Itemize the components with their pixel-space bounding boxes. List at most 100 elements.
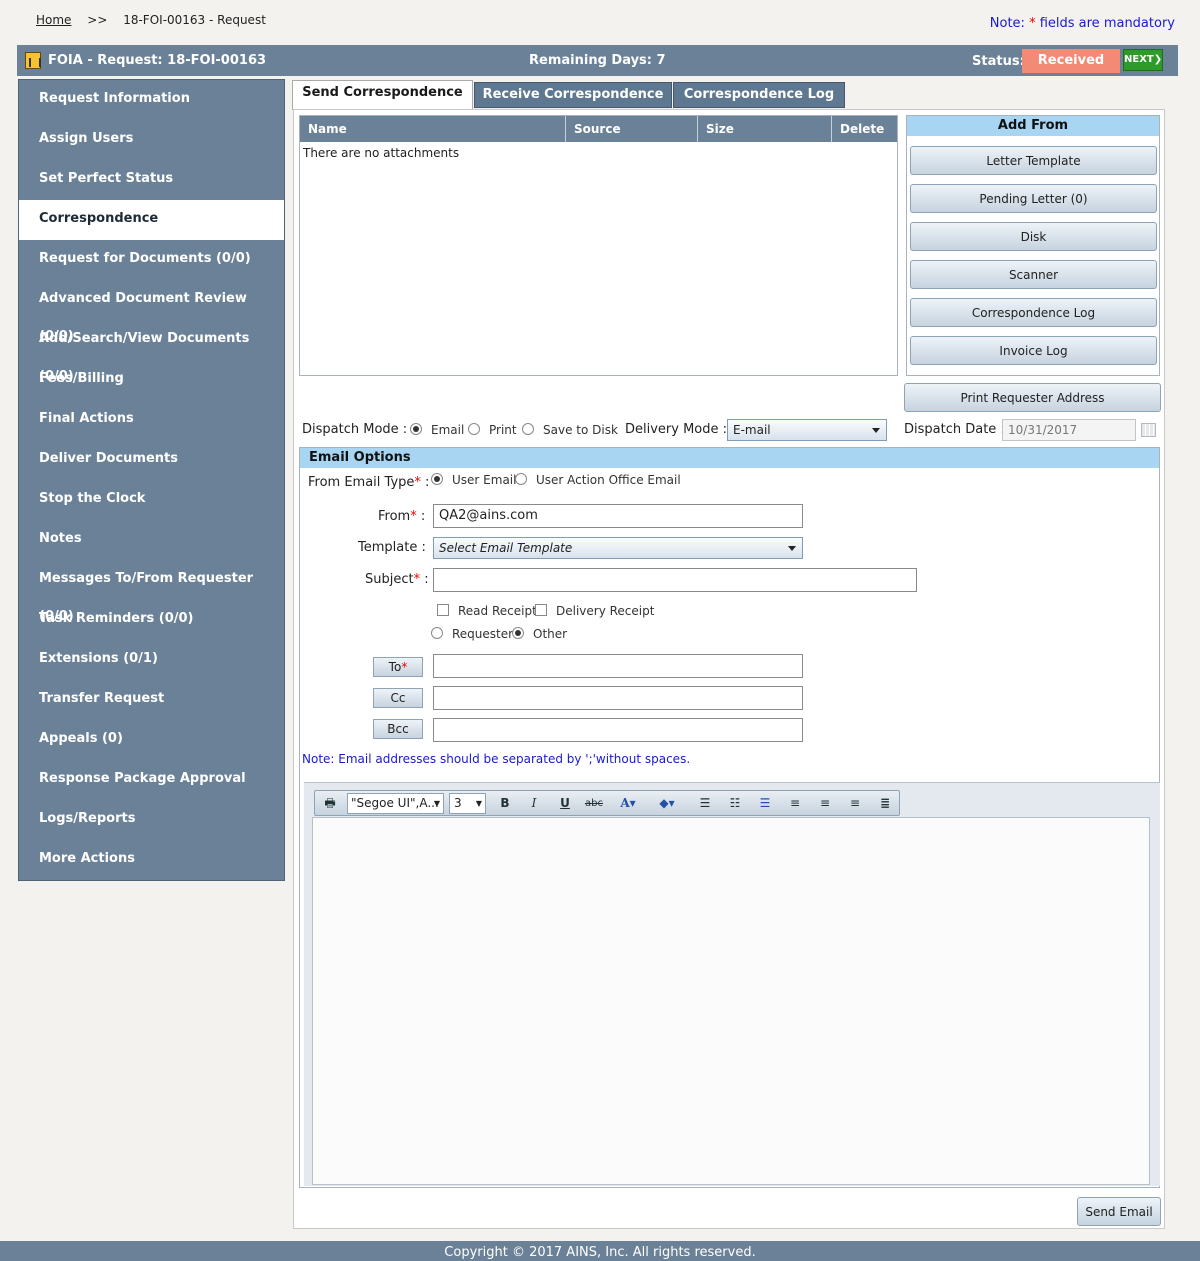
sidebar-item-correspondence[interactable]: Correspondence bbox=[19, 200, 284, 240]
sidebar-item-task-reminders-0-0[interactable]: Task Reminders (0/0) bbox=[19, 600, 284, 640]
status-badge: Received bbox=[1022, 49, 1120, 73]
status-label: Status: bbox=[972, 54, 1025, 69]
delivery-receipt-label: Delivery Receipt bbox=[556, 604, 655, 618]
bcc-input[interactable] bbox=[433, 718, 803, 742]
sidebar-item-set-perfect-status[interactable]: Set Perfect Status bbox=[19, 160, 284, 200]
dispatch-mode-email-radio[interactable] bbox=[410, 423, 422, 435]
next-button[interactable]: NEXT❯ bbox=[1123, 49, 1163, 71]
sidebar-item-add-search-view-documents-0-0[interactable]: Add/Search/View Documents (0/0) bbox=[19, 320, 284, 384]
subject-label: Subject* : bbox=[365, 572, 429, 587]
email-separator-note: Note: Email addresses should be separate… bbox=[302, 752, 691, 766]
tab-correspondence-log[interactable]: Correspondence Log bbox=[673, 82, 845, 108]
sidebar-item-assign-users[interactable]: Assign Users bbox=[19, 120, 284, 160]
required-star: * bbox=[410, 509, 417, 524]
column-header-name[interactable]: Name bbox=[300, 116, 566, 142]
email-template-placeholder: Select Email Template bbox=[439, 541, 573, 555]
to-button-label: To bbox=[388, 660, 402, 674]
numbered-list-icon[interactable]: ☷ bbox=[724, 794, 746, 813]
justify-icon[interactable]: ≣ bbox=[874, 794, 896, 813]
recipient-other-label: Other bbox=[533, 627, 568, 641]
delivery-receipt-checkbox[interactable] bbox=[535, 604, 547, 616]
font-color-icon[interactable]: A▾ bbox=[613, 794, 643, 813]
from-type-user-email-radio[interactable] bbox=[431, 473, 443, 485]
read-receipt-label: Read Receipt bbox=[458, 604, 537, 618]
print-requester-address-button[interactable]: Print Requester Address bbox=[904, 383, 1161, 412]
underline-icon[interactable]: U bbox=[554, 794, 576, 813]
font-size-select[interactable]: 3 ▼ bbox=[449, 793, 486, 814]
align-right-icon[interactable]: ≡ bbox=[844, 794, 866, 813]
chevron-down-icon bbox=[872, 428, 880, 433]
chevron-down-icon: ▼ bbox=[433, 799, 440, 808]
italic-icon[interactable]: I bbox=[523, 794, 545, 813]
to-button[interactable]: To* bbox=[373, 657, 423, 677]
send-email-button[interactable]: Send Email bbox=[1077, 1197, 1161, 1226]
sidebar-item-messages-to-from-requester-0-0[interactable]: Messages To/From Requester (0/0) bbox=[19, 560, 284, 624]
sidebar-item-fees-billing[interactable]: Fees/Billing bbox=[19, 360, 284, 400]
dispatch-mode-disk-label: Save to Disk bbox=[543, 423, 618, 437]
from-input[interactable]: QA2@ains.com bbox=[433, 504, 803, 528]
dispatch-date-input[interactable]: 10/31/2017 bbox=[1002, 419, 1136, 441]
invoice-log-button[interactable]: Invoice Log bbox=[910, 336, 1157, 365]
from-email-type-label: From Email Type* : bbox=[308, 475, 430, 490]
footer-copyright: Copyright © 2017 AINS, Inc. All rights r… bbox=[0, 1241, 1200, 1261]
breadcrumb-home-link[interactable]: Home bbox=[36, 13, 71, 27]
request-title-bar: FOIA - Request: 18-FOI-00163 Remaining D… bbox=[17, 45, 1178, 76]
column-header-source[interactable]: Source bbox=[566, 116, 698, 142]
align-center-icon[interactable]: ≡ bbox=[814, 794, 836, 813]
from-type-office-email-label: User Action Office Email bbox=[536, 473, 681, 487]
disk-button[interactable]: Disk bbox=[910, 222, 1157, 251]
email-template-select[interactable]: Select Email Template bbox=[433, 537, 803, 559]
print-icon[interactable]: 🖶 bbox=[319, 794, 341, 813]
dispatch-mode-email-label: Email bbox=[431, 423, 465, 437]
chevron-down-icon: ▼ bbox=[475, 799, 482, 808]
sidebar-item-notes[interactable]: Notes bbox=[19, 520, 284, 560]
letter-template-button[interactable]: Letter Template bbox=[910, 146, 1157, 175]
column-header-delete[interactable]: Delete bbox=[832, 116, 897, 142]
sidebar-item-extensions-0-1[interactable]: Extensions (0/1) bbox=[19, 640, 284, 680]
tab-send-correspondence[interactable]: Send Correspondence bbox=[292, 80, 473, 110]
sidebar-item-stop-the-clock[interactable]: Stop the Clock bbox=[19, 480, 284, 520]
horizontal-rule-icon[interactable]: ☰ bbox=[754, 794, 776, 813]
align-left-icon[interactable]: ≡ bbox=[784, 794, 806, 813]
email-body-textarea[interactable] bbox=[312, 817, 1150, 1185]
font-family-value: "Segoe UI",A... bbox=[351, 796, 439, 810]
delivery-mode-value: E-mail bbox=[733, 423, 771, 437]
bcc-button[interactable]: Bcc bbox=[373, 719, 423, 739]
sidebar-item-appeals-0[interactable]: Appeals (0) bbox=[19, 720, 284, 760]
sidebar-item-deliver-documents[interactable]: Deliver Documents bbox=[19, 440, 284, 480]
pending-letter-button[interactable]: Pending Letter (0) bbox=[910, 184, 1157, 213]
cc-button[interactable]: Cc bbox=[373, 688, 423, 708]
recipient-requester-radio[interactable] bbox=[431, 627, 443, 639]
delivery-mode-select[interactable]: E-mail bbox=[727, 419, 887, 441]
read-receipt-checkbox[interactable] bbox=[437, 604, 449, 616]
sidebar-item-transfer-request[interactable]: Transfer Request bbox=[19, 680, 284, 720]
column-header-size[interactable]: Size bbox=[698, 116, 832, 142]
sidebar-item-more-actions[interactable]: More Actions bbox=[19, 840, 284, 880]
chevron-down-icon bbox=[788, 546, 796, 551]
highlight-color-icon[interactable]: ◆▾ bbox=[652, 794, 682, 813]
sidebar-item-advanced-document-review-0-0[interactable]: Advanced Document Review (0/0) bbox=[19, 280, 284, 344]
tab-receive-correspondence[interactable]: Receive Correspondence bbox=[474, 82, 672, 108]
dispatch-mode-disk-radio[interactable] bbox=[522, 423, 534, 435]
dispatch-mode-label: Dispatch Mode : bbox=[302, 422, 408, 437]
font-family-select[interactable]: "Segoe UI",A... ▼ bbox=[347, 793, 444, 814]
subject-input[interactable] bbox=[433, 568, 917, 592]
correspondence-log-button[interactable]: Correspondence Log bbox=[910, 298, 1157, 327]
sidebar-item-request-for-documents-0-0[interactable]: Request for Documents (0/0) bbox=[19, 240, 284, 280]
sidebar-item-final-actions[interactable]: Final Actions bbox=[19, 400, 284, 440]
recipient-other-radio[interactable] bbox=[512, 627, 524, 639]
sidebar-item-logs-reports[interactable]: Logs/Reports bbox=[19, 800, 284, 840]
sidebar-item-response-package-approval[interactable]: Response Package Approval bbox=[19, 760, 284, 800]
delivery-mode-label: Delivery Mode : bbox=[625, 422, 728, 437]
bulleted-list-icon[interactable]: ☰ bbox=[694, 794, 716, 813]
calendar-icon[interactable] bbox=[1141, 423, 1156, 437]
sidebar-item-request-information[interactable]: Request Information bbox=[19, 80, 284, 120]
scanner-button[interactable]: Scanner bbox=[910, 260, 1157, 289]
to-input[interactable] bbox=[433, 654, 803, 678]
cc-input[interactable] bbox=[433, 686, 803, 710]
strikethrough-icon[interactable]: abc bbox=[583, 794, 605, 813]
from-type-office-email-radio[interactable] bbox=[515, 473, 527, 485]
dispatch-mode-print-radio[interactable] bbox=[468, 423, 480, 435]
from-label: From* : bbox=[378, 509, 426, 524]
bold-icon[interactable]: B bbox=[494, 794, 516, 813]
